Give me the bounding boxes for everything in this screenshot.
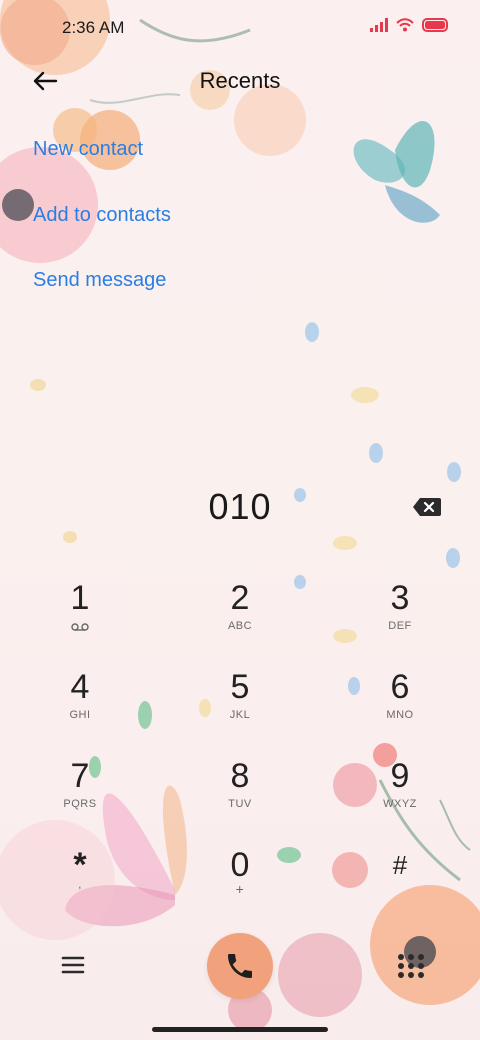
key-letters: DEF: [388, 620, 412, 632]
key-digit: 3: [390, 579, 410, 617]
key-digit: #: [392, 850, 408, 880]
key-letters: ,: [78, 879, 82, 891]
key-3[interactable]: 3 DEF: [340, 578, 460, 658]
key-1[interactable]: 1: [20, 578, 140, 658]
home-indicator[interactable]: [152, 1027, 328, 1032]
dialpad-toggle-button[interactable]: [396, 952, 426, 982]
key-letters: TUV: [228, 798, 252, 810]
key-letters: JKL: [229, 709, 251, 721]
status-icons: [370, 18, 450, 32]
voicemail-icon: [71, 623, 89, 631]
key-9[interactable]: 9 WXYZ: [340, 756, 460, 836]
key-2[interactable]: 2 ABC: [180, 578, 300, 658]
new-contact-link[interactable]: New contact: [33, 138, 143, 161]
key-digit: 7: [70, 757, 90, 795]
key-digit: 9: [390, 757, 410, 795]
key-digit: 2: [230, 579, 250, 617]
key-digit: 0: [230, 846, 250, 884]
signal-icon: [370, 18, 388, 32]
delete-button[interactable]: [412, 496, 442, 518]
status-bar: 2:36 AM: [0, 0, 480, 56]
key-7[interactable]: 7 PQRS: [20, 756, 140, 836]
battery-icon: [422, 18, 448, 32]
key-letters: MNO: [386, 709, 414, 721]
key-letters: PQRS: [63, 798, 97, 810]
key-0[interactable]: 0 +: [180, 845, 300, 925]
phone-icon: [228, 954, 252, 978]
menu-button[interactable]: [60, 952, 86, 978]
header: Recents: [0, 56, 480, 106]
key-star[interactable]: * ,: [20, 845, 140, 925]
key-digit: 4: [70, 668, 90, 706]
backspace-icon: [413, 498, 441, 516]
page-title: Recents: [199, 68, 281, 93]
key-digit: 6: [390, 668, 410, 706]
key-letters: GHI: [69, 709, 91, 721]
hamburger-menu-icon: [61, 956, 85, 974]
key-hash[interactable]: #: [340, 845, 460, 925]
key-letters: +: [235, 881, 245, 897]
key-4[interactable]: 4 GHI: [20, 667, 140, 747]
dialpad-icon: [398, 954, 424, 978]
dialed-number-display: 010: [208, 486, 272, 527]
wifi-icon: [396, 18, 414, 32]
call-button[interactable]: [207, 933, 273, 999]
status-time: 2:36 AM: [62, 18, 125, 37]
key-5[interactable]: 5 JKL: [180, 667, 300, 747]
key-6[interactable]: 6 MNO: [340, 667, 460, 747]
key-digit: 8: [230, 757, 250, 795]
key-digit: 5: [230, 668, 250, 706]
key-letters: ABC: [227, 620, 253, 632]
key-8[interactable]: 8 TUV: [180, 756, 300, 836]
add-to-contacts-link[interactable]: Add to contacts: [33, 204, 171, 227]
send-message-link[interactable]: Send message: [33, 269, 166, 292]
key-digit: 1: [70, 579, 90, 617]
key-letters: WXYZ: [383, 798, 417, 810]
